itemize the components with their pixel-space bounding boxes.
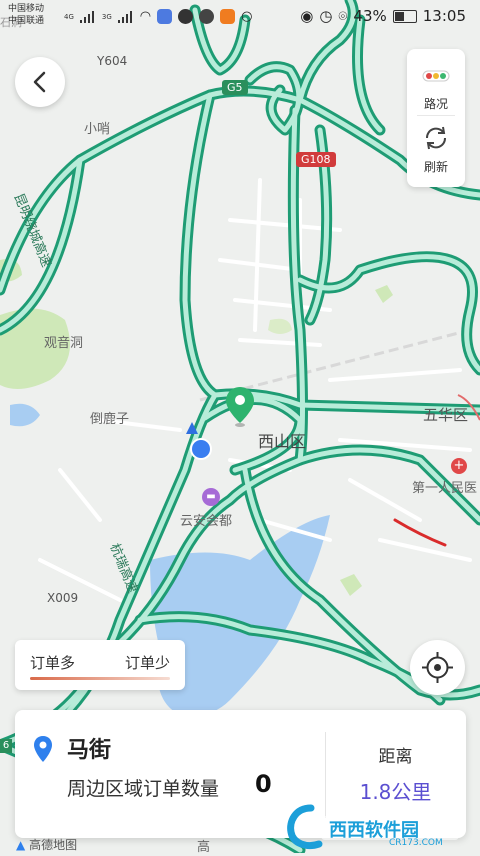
map-label-yunan: 云安会都 bbox=[180, 514, 233, 529]
signal-icon bbox=[117, 10, 134, 23]
watermark-logo: 西西软件园 CR173.COM bbox=[285, 800, 467, 852]
distance-label: 距离 bbox=[378, 747, 413, 767]
legend-gradient-bar bbox=[30, 677, 170, 680]
location-title: 马街 bbox=[67, 738, 112, 763]
app-notify-icon bbox=[157, 9, 173, 24]
divider bbox=[417, 115, 455, 116]
wifi-icon: ◠ bbox=[139, 9, 152, 24]
app-notify-icon bbox=[178, 9, 194, 24]
eye-icon: ◉ bbox=[300, 7, 314, 25]
status-left-icons: 4G 3G ◠ ○ bbox=[64, 9, 252, 24]
legend-less: 订单少 bbox=[124, 654, 170, 672]
map-label-xishan: 西山区 bbox=[258, 432, 307, 451]
gaode-logo-icon: ▲ bbox=[16, 838, 26, 852]
app-notify-icon bbox=[220, 9, 236, 24]
net-type-2: 3G bbox=[101, 12, 112, 21]
order-count-value: 0 bbox=[255, 770, 272, 798]
map-label-gao: 高 bbox=[197, 840, 211, 855]
crosshair-icon bbox=[422, 652, 453, 683]
map-label-y604: Y604 bbox=[97, 54, 128, 68]
traffic-toggle-button[interactable]: 路况 bbox=[407, 67, 465, 112]
hospital-icon: + bbox=[451, 458, 467, 474]
map-pin-icon[interactable] bbox=[224, 385, 258, 429]
watermark-url: CR173.COM bbox=[389, 838, 443, 848]
hotel-icon: ▬ bbox=[202, 488, 220, 506]
map-label-daoluzi: 倒鹿子 bbox=[90, 412, 130, 427]
traffic-label: 路况 bbox=[423, 97, 448, 111]
current-location-icon bbox=[186, 422, 212, 460]
locate-button[interactable] bbox=[410, 640, 465, 695]
battery-icon bbox=[392, 9, 417, 23]
status-right: ◉ ◷ ⌾ 43% 13:05 bbox=[300, 7, 466, 25]
g108-shield: G108 bbox=[296, 152, 336, 167]
location-icon: ⌾ bbox=[338, 7, 348, 25]
map-side-panel: 路况 刷新 bbox=[407, 49, 465, 187]
battery-percent: 43% bbox=[353, 7, 387, 25]
refresh-button[interactable]: 刷新 bbox=[407, 125, 465, 175]
order-density-legend: 订单多 订单少 bbox=[15, 640, 185, 690]
refresh-icon bbox=[425, 126, 447, 150]
signal-icon bbox=[79, 10, 96, 23]
clock: 13:05 bbox=[422, 7, 466, 25]
status-bar: 中国移动 中国联通 4G 3G ◠ ○ ◉ ◷ ⌾ 43% 13:05 bbox=[0, 0, 480, 34]
carrier-info: 中国移动 中国联通 bbox=[8, 3, 44, 27]
net-type-1: 4G bbox=[64, 12, 74, 21]
legend-more: 订单多 bbox=[30, 654, 76, 672]
carrier-1: 中国移动 bbox=[8, 4, 45, 14]
g5-shield: G5 bbox=[222, 80, 248, 95]
message-icon: ○ bbox=[241, 9, 253, 24]
map-label-guanyindong: 观音洞 bbox=[44, 336, 84, 351]
traffic-light-icon bbox=[422, 70, 450, 82]
back-button[interactable] bbox=[15, 57, 65, 107]
map-label-xiaoshao: 小哨 bbox=[84, 122, 111, 137]
chevron-left-icon bbox=[33, 71, 46, 93]
gaode-logo: ▲ 高德地图 bbox=[16, 836, 77, 853]
carrier-2: 中国联通 bbox=[8, 16, 45, 26]
location-pin-icon bbox=[34, 736, 52, 762]
map-label-hospital: 第一人民医 bbox=[412, 481, 478, 496]
map-edge-badge: 6 bbox=[0, 739, 12, 753]
order-count-label: 周边区域订单数量 bbox=[67, 778, 220, 800]
gaode-logo-text: 高德地图 bbox=[29, 838, 78, 852]
refresh-label: 刷新 bbox=[423, 160, 448, 174]
map-label-x009: X009 bbox=[47, 591, 79, 605]
app-notify-icon bbox=[199, 9, 215, 24]
map-label-wuhua: 五华区 bbox=[423, 406, 469, 424]
alarm-icon: ◷ bbox=[319, 7, 333, 25]
